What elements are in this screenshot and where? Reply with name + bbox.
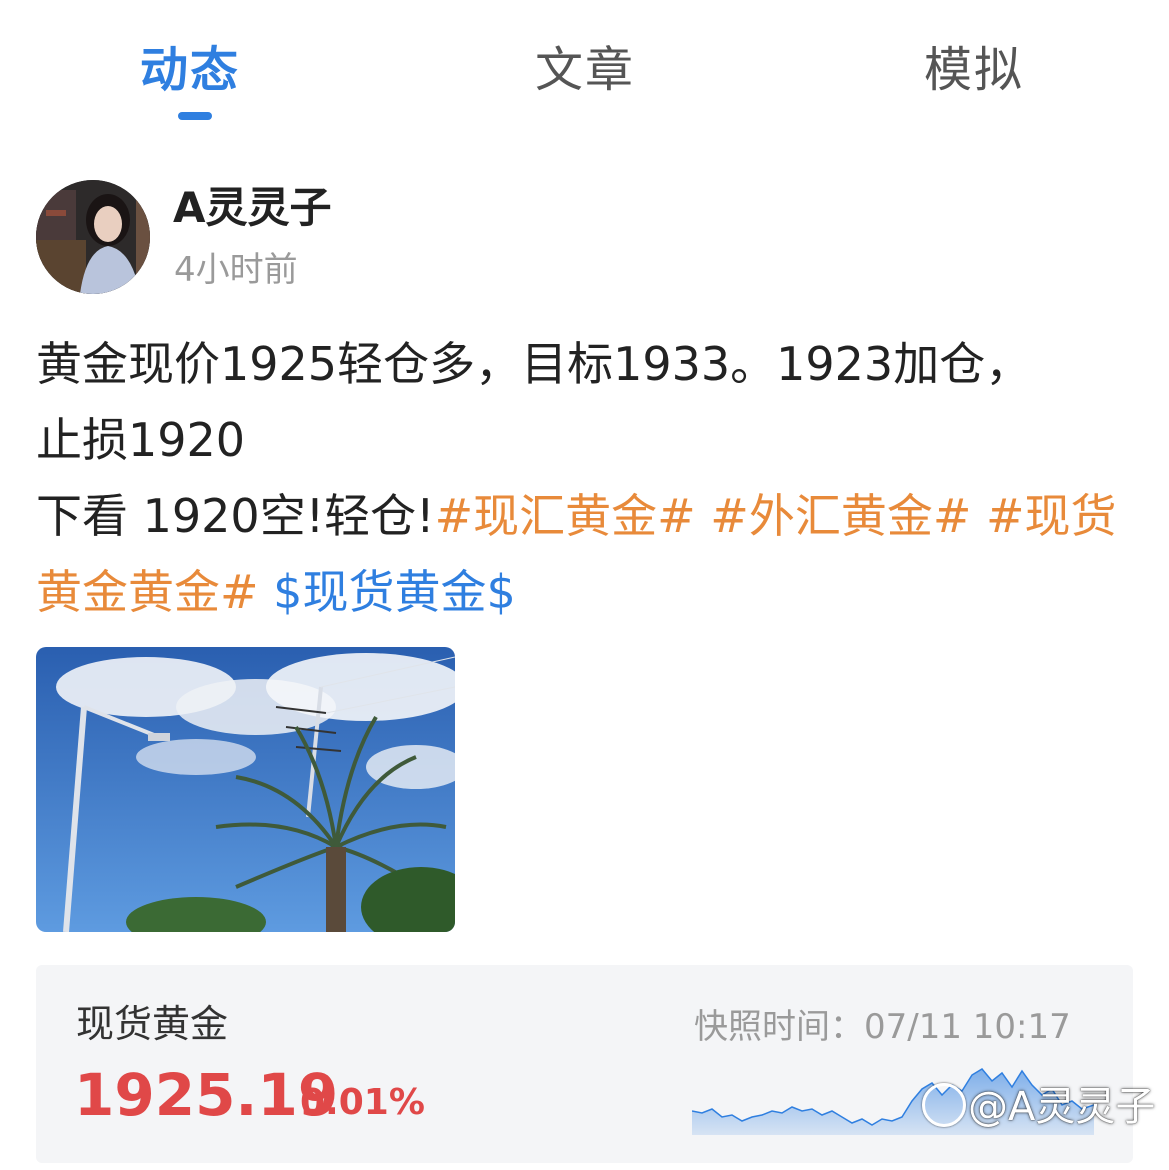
quote-name: 现货黄金 [76, 1002, 229, 1046]
tab-dongtai[interactable]: 动态 [140, 38, 240, 102]
top-tab-bar: 动态 文章 模拟 [0, 0, 1169, 130]
hashtag-xianhui[interactable]: #现汇黄金# [435, 489, 696, 543]
post-line-2-text: 下看 1920空!轻仓! [36, 489, 435, 543]
avatar-photo [36, 180, 150, 294]
watermark: @A灵灵子 [922, 1082, 1155, 1132]
tab-moni[interactable]: 模拟 [924, 38, 1024, 102]
watermark-text: @A灵灵子 [968, 1084, 1156, 1130]
tab-wenzhang[interactable]: 文章 [535, 38, 635, 102]
stock-tag[interactable]: $现货黄金$ [273, 565, 516, 619]
post-content: 黄金现价1925轻仓多，目标1933。1923加仓，止损1920 下看 1920… [36, 326, 1136, 630]
post-image[interactable] [36, 647, 455, 932]
quote-change: 0.01% [300, 1082, 425, 1123]
post-line-2: 下看 1920空!轻仓!#现汇黄金# #外汇黄金# #现货黄金黄金# $现货黄金… [36, 478, 1136, 630]
app-logo-icon [922, 1083, 966, 1127]
active-tab-indicator [178, 112, 212, 120]
avatar[interactable] [36, 180, 150, 294]
quote-card[interactable]: 现货黄金 1925.19 0.01% 快照时间：07/11 10:17 [36, 965, 1133, 1163]
post-line-1: 黄金现价1925轻仓多，目标1933。1923加仓，止损1920 [36, 337, 1032, 467]
username[interactable]: A灵灵子 [173, 180, 332, 236]
palm-tree-sky-photo [36, 647, 455, 932]
quote-price: 1925.19 [74, 1061, 339, 1129]
post-time: 4小时前 [174, 250, 298, 290]
hashtag-waihui[interactable]: #外汇黄金# [710, 489, 971, 543]
quote-snapshot-time: 快照时间：07/11 10:17 [694, 1007, 1071, 1047]
post-header: A灵灵子 4小时前 [36, 178, 836, 298]
